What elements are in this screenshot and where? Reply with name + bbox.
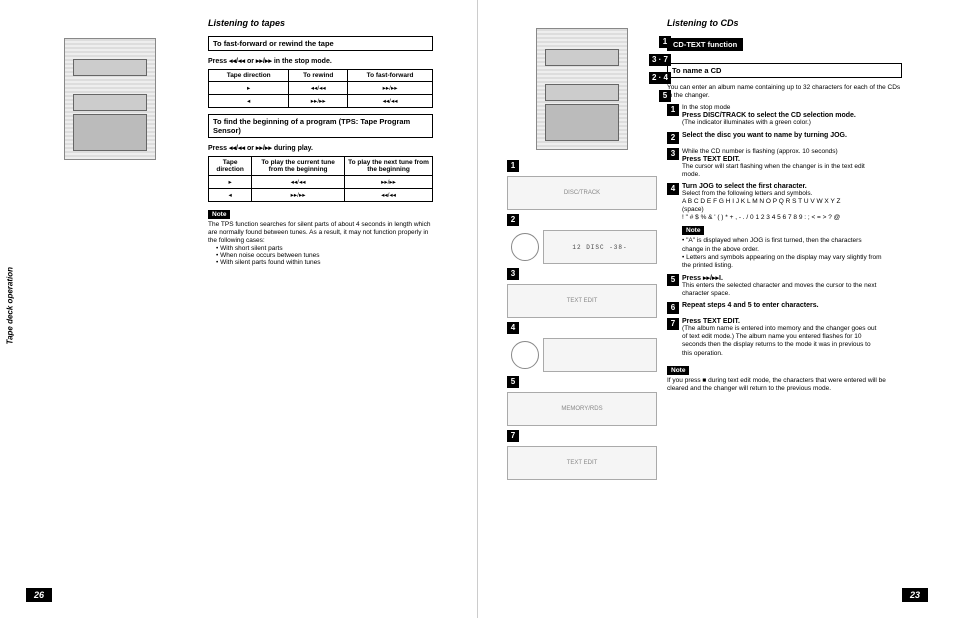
note-bullet: • With silent parts found within tunes [208, 259, 433, 266]
stereo-diagram [64, 38, 156, 160]
step-badge: 7 [507, 430, 519, 442]
page-number: 26 [26, 588, 52, 602]
page-left: Tape deck operation Listening to tapes T… [0, 0, 477, 618]
step-badge: 6 [667, 302, 679, 314]
chapter-title: Listening to tapes [208, 18, 433, 28]
section-sub: Press ◂◂/◂◂ or ▸▸/▸▸ during play. [208, 144, 433, 152]
section-title: To fast-forward or rewind the tape [208, 36, 433, 51]
callout-badge: 5 [659, 90, 671, 102]
section-title: To find the beginning of a program (TPS:… [208, 114, 433, 138]
page-right: CD operations 1 3 · 7 2 · 4 5 1DISC/TRAC… [477, 0, 954, 618]
text-edit-button-diagram: TEXT EDIT [507, 446, 657, 480]
jog-dial-diagram [511, 341, 539, 369]
left-figure-column [30, 18, 190, 180]
ff-rew-table: Tape directionTo rewindTo fast-forward ▸… [208, 69, 433, 108]
jog-dial-diagram [511, 233, 539, 261]
step-badge: 2 [667, 132, 679, 144]
chapter-title: Listening to CDs [667, 18, 902, 28]
step-badge: 1 [667, 104, 679, 116]
step-badge: 3 [667, 148, 679, 160]
note-bullet: • With short silent parts [208, 245, 433, 252]
section-title: To name a CD [667, 63, 902, 78]
note-label: Note [208, 210, 230, 219]
stereo-diagram [536, 28, 628, 150]
step-badge: 7 [667, 318, 679, 330]
page-number: 23 [902, 588, 928, 602]
right-text-column: Listening to CDs CD-TEXT function To nam… [667, 18, 902, 393]
memory-button-diagram: MEMORY/RDS [507, 392, 657, 426]
note-text: The TPS function searches for silent par… [208, 221, 433, 245]
side-label-left: Tape deck operation [6, 267, 15, 345]
text-edit-button-diagram: TEXT EDIT [507, 284, 657, 318]
tps-table: Tape directionTo play the current tune f… [208, 156, 433, 202]
callout-badge: 2 · 4 [649, 72, 671, 84]
display-diagram: 12 DISC -38- [543, 230, 657, 264]
intro-text: You can enter an album name containing u… [667, 84, 902, 100]
left-text-column: Listening to tapes To fast-forward or re… [208, 18, 433, 266]
step-badge: 2 [507, 214, 519, 226]
step-badge: 5 [507, 376, 519, 388]
function-title: CD-TEXT function [667, 38, 743, 51]
note-label: Note [667, 366, 689, 375]
step-badge: 1 [507, 160, 519, 172]
display-diagram [543, 338, 657, 372]
step-badge: 4 [667, 183, 679, 195]
stereo-callout: 1 3 · 7 2 · 4 5 [507, 28, 657, 150]
disc-track-button-diagram: DISC/TRACK [507, 176, 657, 210]
page-spread: Tape deck operation Listening to tapes T… [0, 0, 954, 618]
note-bullet: • When noise occurs between tunes [208, 252, 433, 259]
callout-badge: 1 [659, 36, 671, 48]
step-badge: 4 [507, 322, 519, 334]
right-figure-column: 1 3 · 7 2 · 4 5 1 DISC/TRACK 2 12 DISC -38… [507, 18, 657, 484]
step-badge: 3 [507, 268, 519, 280]
section-sub: Press ◂◂/◂◂ or ▸▸/▸▸ in the stop mode. [208, 57, 433, 65]
step-badge: 5 [667, 274, 679, 286]
callout-badge: 3 · 7 [649, 54, 671, 66]
note-text: If you press ■ during text edit mode, th… [667, 377, 902, 393]
